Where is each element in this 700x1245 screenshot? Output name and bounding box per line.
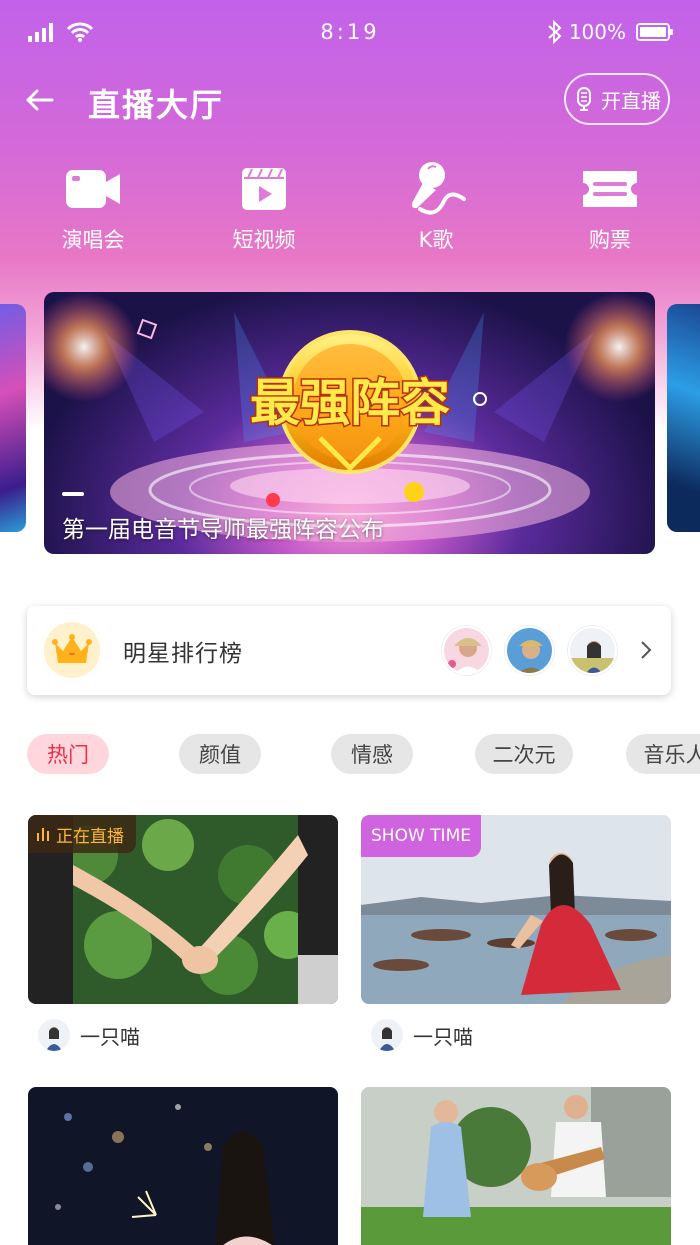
avatar <box>568 626 617 675</box>
category-row: 演唱会 短视频 K歌 购票 <box>0 160 700 260</box>
live-badge-text: 正在直播 <box>56 826 124 847</box>
ticket-icon <box>583 171 637 207</box>
bluetooth-icon <box>548 20 562 44</box>
battery-percent: 100% <box>568 20 626 44</box>
status-bar: 8:19 100% <box>0 0 700 68</box>
chevron-right-icon <box>641 641 652 659</box>
avatar <box>371 1019 403 1051</box>
microphone-icon <box>411 162 466 215</box>
video-camera-icon <box>66 170 120 208</box>
show-time-badge: SHOW TIME <box>361 815 481 857</box>
back-arrow-icon[interactable] <box>24 84 56 116</box>
thumbnail-art <box>361 1087 671 1245</box>
battery-icon <box>636 23 673 41</box>
tag-row: 热门 颜值 情感 二次元 音乐人 <box>0 734 700 774</box>
user-name: 一只喵 <box>80 1024 140 1049</box>
live-badge: 正在直播 <box>28 815 136 853</box>
avatar <box>442 626 491 675</box>
category-karaoke[interactable]: K歌 <box>376 160 496 254</box>
banner-previous[interactable] <box>0 304 26 532</box>
status-right: 100% <box>547 20 673 44</box>
ranking-avatars <box>442 626 617 675</box>
crown-badge <box>44 622 100 678</box>
stream-thumbnail <box>361 1087 671 1245</box>
category-short-video[interactable]: 短视频 <box>204 160 324 254</box>
banner-main[interactable]: 最强阵容 第一届电音节导师最强阵容公布 <box>44 292 655 554</box>
stream-card[interactable] <box>28 1087 338 1245</box>
banner-carousel[interactable]: 最强阵容 第一届电音节导师最强阵容公布 <box>0 292 700 554</box>
user-name: 一只喵 <box>413 1024 473 1049</box>
clapperboard-icon <box>242 168 286 210</box>
stream-card[interactable]: 正在直播 一只喵 <box>28 815 338 1051</box>
stream-thumbnail: SHOW TIME <box>361 815 671 1004</box>
avatar <box>505 626 554 675</box>
ranking-title: 明星排行榜 <box>123 641 243 667</box>
category-tickets[interactable]: 购票 <box>550 160 670 254</box>
stream-card[interactable]: SHOW TIME 一只喵 <box>361 815 671 1051</box>
tag-anime[interactable]: 二次元 <box>475 734 573 774</box>
banner-logo-text: 最强阵容 <box>250 374 450 432</box>
avatar <box>38 1019 70 1051</box>
category-label: 短视频 <box>232 228 296 252</box>
category-label: K歌 <box>418 228 454 252</box>
thumbnail-art <box>28 1087 338 1245</box>
stream-user: 一只喵 <box>371 1019 473 1051</box>
crown-icon <box>52 634 92 663</box>
stream-card[interactable] <box>361 1087 671 1245</box>
start-live-label: 开直播 <box>601 88 661 113</box>
tag-looks[interactable]: 颜值 <box>179 734 261 774</box>
stream-user: 一只喵 <box>38 1019 140 1051</box>
stream-thumbnail: 正在直播 <box>28 815 338 1004</box>
tag-hot[interactable]: 热门 <box>27 734 109 774</box>
start-live-button[interactable]: 开直播 <box>564 73 670 125</box>
banner-title: 第一届电音节导师最强阵容公布 <box>62 517 384 543</box>
live-bars-icon <box>37 828 49 841</box>
page-title: 直播大厅 <box>88 86 225 124</box>
stream-thumbnail <box>28 1087 338 1245</box>
live-mic-icon <box>577 87 591 111</box>
tag-musician[interactable]: 音乐人 <box>626 734 700 774</box>
battery-fill <box>640 27 666 37</box>
nav-bar: 直播大厅 开直播 <box>0 68 700 132</box>
carousel-indicator <box>62 492 84 496</box>
star-ranking-card[interactable]: 明星排行榜 <box>27 606 671 695</box>
category-concert[interactable]: 演唱会 <box>33 160 153 254</box>
category-label: 演唱会 <box>61 228 125 252</box>
banner-next[interactable] <box>667 304 700 532</box>
tag-emotion[interactable]: 情感 <box>331 734 413 774</box>
category-label: 购票 <box>589 228 631 252</box>
